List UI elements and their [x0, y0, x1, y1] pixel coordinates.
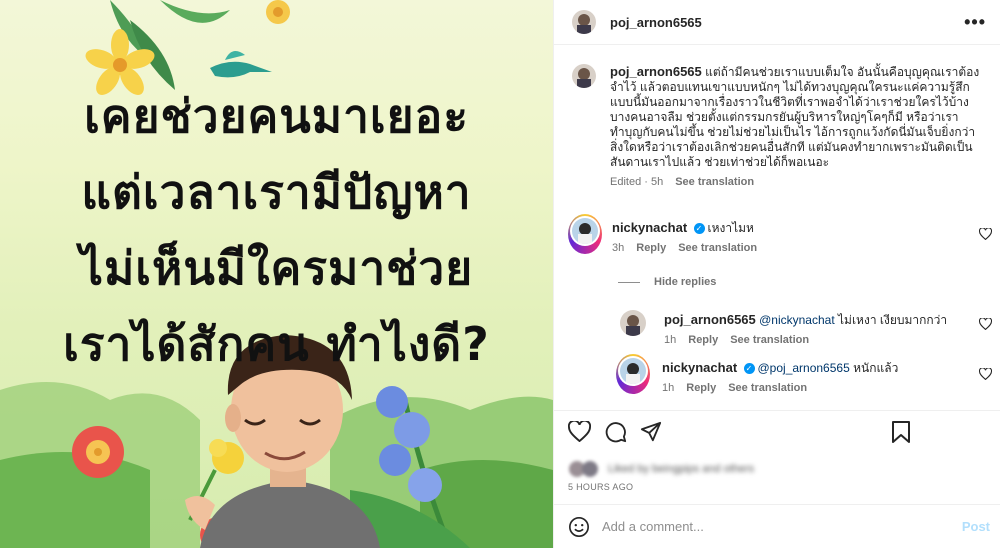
- reply-body: ไม่เหงา เงียบมากกว่า: [834, 313, 948, 327]
- see-translation-link[interactable]: See translation: [730, 334, 809, 346]
- caption-meta: Edited · 5h See translation: [610, 176, 982, 188]
- header-username[interactable]: poj_arnon6565: [610, 15, 702, 30]
- see-translation-link[interactable]: See translation: [678, 242, 757, 254]
- headline-line: ไม่เห็นมีใครมาช่วย: [79, 241, 474, 295]
- reply: poj_arnon6565 @nickynachat ไม่เหงา เงียบ…: [620, 310, 984, 346]
- emoji-icon[interactable]: [568, 516, 590, 538]
- reply-text: poj_arnon6565 @nickynachat ไม่เหงา เงียบ…: [664, 312, 947, 328]
- comment-icon[interactable]: [605, 421, 627, 443]
- comment-body: เหงาไมห: [707, 221, 754, 235]
- headline-line: แต่เวลาเรามีปัญหา: [81, 165, 472, 219]
- hide-replies-toggle[interactable]: Hide replies: [618, 276, 716, 288]
- story-ring[interactable]: [568, 214, 602, 254]
- avatar[interactable]: [572, 64, 596, 88]
- post-timestamp: 5 HOURS AGO: [568, 482, 634, 492]
- story-ring[interactable]: [616, 354, 650, 394]
- caption-line: แบบนี้มันออกมาจากเรื่องราวในชีวิตที่เราพ…: [610, 95, 969, 109]
- reply-username[interactable]: nickynachat: [662, 360, 737, 375]
- reply-body: หนักแล้ว: [849, 361, 899, 375]
- comment-time: 3h: [612, 242, 625, 254]
- reply-username[interactable]: poj_arnon6565: [664, 312, 756, 327]
- action-bar: [554, 410, 1000, 450]
- like-comment-heart-icon[interactable]: [979, 318, 992, 330]
- post-image: เคยช่วยคนมาเยอะ แต่เวลาเรามีปัญหา ไม่เห็…: [0, 0, 553, 548]
- caption-line: สิ่งใดหรือว่าเราต้องเลิกช่วยคนอื่นสักที …: [610, 140, 973, 154]
- avatar[interactable]: [620, 310, 646, 336]
- see-translation-link[interactable]: See translation: [675, 176, 754, 188]
- caption-line: แต่ถ้ามีคนช่วยเราแบบเต็มใจ อันนั้นคือบุญ…: [705, 65, 980, 79]
- comment: nickynachat ✓ เหงาไมห 3h Reply See transl…: [568, 214, 988, 254]
- comment-username[interactable]: nickynachat: [612, 220, 687, 235]
- caption-username[interactable]: poj_arnon6565: [610, 64, 702, 79]
- post-headline: เคยช่วยคนมาเยอะ แต่เวลาเรามีปัญหา ไม่เห็…: [0, 78, 553, 382]
- comment-text: nickynachat ✓ เหงาไมห: [612, 220, 757, 236]
- likes-summary[interactable]: Liked by beingpips and others: [568, 460, 754, 478]
- avatar[interactable]: [572, 10, 596, 34]
- headline-line: เคยช่วยคนมาเยอะ: [84, 89, 469, 143]
- post-comment-button[interactable]: Post: [962, 519, 990, 534]
- avatar[interactable]: [572, 218, 598, 244]
- reply-meta: 1h Reply See translation: [662, 382, 898, 394]
- add-comment-bar: Post: [554, 504, 1000, 548]
- avatar[interactable]: [620, 358, 646, 384]
- liker-avatars: [569, 461, 598, 477]
- reply-button[interactable]: Reply: [686, 382, 716, 394]
- like-comment-heart-icon[interactable]: [979, 368, 992, 380]
- like-heart-icon[interactable]: [568, 421, 591, 442]
- reply-time: 1h: [664, 334, 677, 346]
- post-header: poj_arnon6565 •••: [554, 0, 1000, 45]
- caption-line: บางคนอาจลืม ช่วยตั้งแต่กรรมกรยันผู้บริหา…: [610, 110, 959, 124]
- bookmark-icon[interactable]: [892, 421, 910, 443]
- caption: poj_arnon6565 แต่ถ้ามีคนช่วยเราแบบเต็มใจ…: [572, 64, 982, 188]
- divider-line: [618, 281, 640, 283]
- share-icon[interactable]: [640, 421, 662, 443]
- verified-badge-icon: ✓: [693, 223, 705, 235]
- hide-replies-label[interactable]: Hide replies: [654, 276, 716, 288]
- more-options-icon[interactable]: •••: [964, 12, 986, 33]
- verified-badge-icon: ✓: [743, 363, 755, 375]
- mention-link[interactable]: @nickynachat: [759, 313, 835, 327]
- likes-text: Liked by beingpips and others: [608, 463, 755, 475]
- see-translation-link[interactable]: See translation: [728, 382, 807, 394]
- reply-button[interactable]: Reply: [636, 242, 666, 254]
- post-side-panel: poj_arnon6565 ••• poj_arnon6565 แต่ถ้ามี…: [553, 0, 1000, 548]
- mention-link[interactable]: @poj_arnon6565: [758, 361, 850, 375]
- caption-line: จำไว้ แล้วตอบแทนเขาแบบหนักๆ ไม่ได้ทวงบุญ…: [610, 80, 970, 94]
- reply-text: nickynachat ✓ @poj_arnon6565 หนักแล้ว: [662, 360, 898, 376]
- comments-section: poj_arnon6565 แต่ถ้ามีคนช่วยเราแบบเต็มใจ…: [554, 46, 1000, 406]
- comment-input[interactable]: [602, 519, 962, 534]
- caption-text: poj_arnon6565 แต่ถ้ามีคนช่วยเราแบบเต็มใจ…: [610, 64, 982, 170]
- headline-line: เราได้สักคน ทำไงดี?: [63, 317, 490, 371]
- caption-line: ทำบุญกับคนไม่ขึ้น ช่วยไม่ช่วยไม่เป็นไร ไ…: [610, 125, 976, 139]
- caption-line: สันดานเราไปแล้ว ช่วยเท่าช่วยได้ก็พอเนอะ: [610, 155, 830, 169]
- reply-meta: 1h Reply See translation: [664, 334, 947, 346]
- edited-time: Edited · 5h: [610, 176, 664, 188]
- reply-time: 1h: [662, 382, 675, 394]
- reply: nickynachat ✓ @poj_arnon6565 หนักแล้ว 1h …: [616, 354, 986, 394]
- comment-meta: 3h Reply See translation: [612, 242, 757, 254]
- like-comment-heart-icon[interactable]: [979, 228, 992, 240]
- reply-button[interactable]: Reply: [688, 334, 718, 346]
